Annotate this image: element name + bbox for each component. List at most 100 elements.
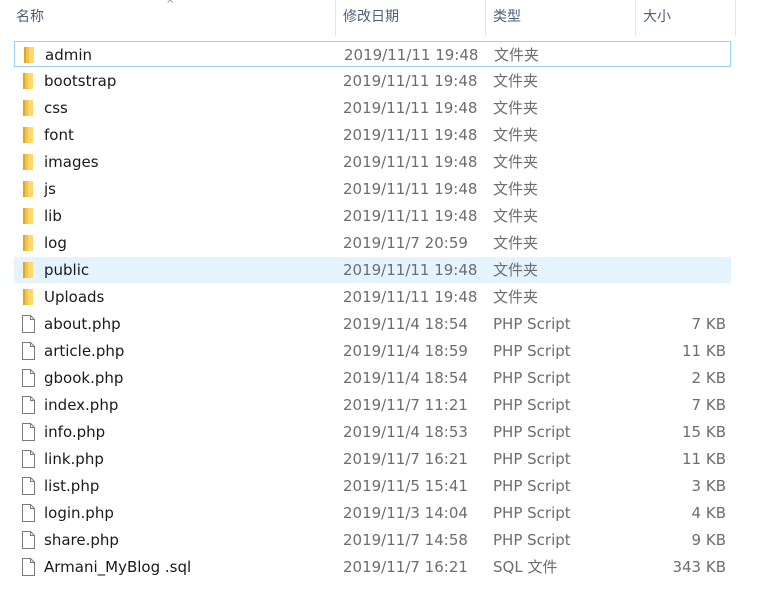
file-type: 文件夹 xyxy=(493,153,539,171)
file-name: index.php xyxy=(44,396,119,414)
file-row[interactable]: css 2019/11/11 19:48 文件夹 xyxy=(14,95,731,121)
file-size: 2 KB xyxy=(691,369,726,387)
folder-icon xyxy=(20,126,36,144)
file-modified-date: 2019/11/7 16:21 xyxy=(343,450,468,468)
file-row[interactable]: index.php 2019/11/7 11:21 PHP Script 7 KB xyxy=(14,392,731,418)
file-size: 7 KB xyxy=(691,315,726,333)
file-type: PHP Script xyxy=(493,396,571,414)
file-row[interactable]: Uploads 2019/11/11 19:48 文件夹 xyxy=(14,284,731,310)
file-type: 文件夹 xyxy=(493,288,539,306)
column-header-name-label: 名称 xyxy=(16,9,44,25)
file-size: 11 KB xyxy=(682,342,726,360)
file-type: PHP Script xyxy=(493,342,571,360)
file-modified-date: 2019/11/11 19:48 xyxy=(343,261,478,279)
column-header-size-label: 大小 xyxy=(643,9,671,25)
file-modified-date: 2019/11/7 16:21 xyxy=(343,558,468,576)
file-row[interactable]: lib 2019/11/11 19:48 文件夹 xyxy=(14,203,731,229)
file-modified-date: 2019/11/4 18:54 xyxy=(343,315,468,333)
file-name: info.php xyxy=(44,423,106,441)
file-type: PHP Script xyxy=(493,531,571,549)
file-row[interactable]: log 2019/11/7 20:59 文件夹 xyxy=(14,230,731,256)
file-modified-date: 2019/11/7 20:59 xyxy=(343,234,468,252)
file-row[interactable]: font 2019/11/11 19:48 文件夹 xyxy=(14,122,731,148)
file-size xyxy=(634,68,726,94)
file-name: Uploads xyxy=(44,288,105,306)
file-name: share.php xyxy=(44,531,119,549)
file-icon xyxy=(20,531,36,549)
file-type: 文件夹 xyxy=(493,72,539,90)
file-row[interactable]: bootstrap 2019/11/11 19:48 文件夹 xyxy=(14,68,731,94)
file-row[interactable]: images 2019/11/11 19:48 文件夹 xyxy=(14,149,731,175)
file-size: 9 KB xyxy=(691,531,726,549)
file-type: PHP Script xyxy=(493,450,571,468)
file-name: images xyxy=(44,153,99,171)
file-row[interactable]: js 2019/11/11 19:48 文件夹 xyxy=(14,176,731,202)
file-name: about.php xyxy=(44,315,121,333)
file-type: PHP Script xyxy=(493,369,571,387)
file-name: bootstrap xyxy=(44,72,117,90)
file-row[interactable]: share.php 2019/11/7 14:58 PHP Script 9 KB xyxy=(14,527,731,553)
file-size xyxy=(634,257,726,283)
file-modified-date: 2019/11/4 18:53 xyxy=(343,423,468,441)
file-row[interactable]: admin 2019/11/11 19:48 文件夹 xyxy=(14,41,731,67)
folder-icon xyxy=(20,180,36,198)
file-type: PHP Script xyxy=(493,315,571,333)
column-header-date[interactable]: 修改日期 xyxy=(336,0,485,36)
file-modified-date: 2019/11/11 19:48 xyxy=(343,99,478,117)
column-divider[interactable] xyxy=(735,0,736,36)
file-name: js xyxy=(44,180,56,198)
file-name: Armani_MyBlog .sql xyxy=(44,558,192,576)
file-size xyxy=(634,176,726,202)
column-header-type-label: 类型 xyxy=(493,9,521,25)
file-modified-date: 2019/11/7 11:21 xyxy=(343,396,468,414)
file-row[interactable]: link.php 2019/11/7 16:21 PHP Script 11 KB xyxy=(14,446,731,472)
file-modified-date: 2019/11/11 19:48 xyxy=(343,153,478,171)
file-row[interactable]: about.php 2019/11/4 18:54 PHP Script 7 KB xyxy=(14,311,731,337)
file-modified-date: 2019/11/11 19:48 xyxy=(343,72,478,90)
file-row[interactable]: Armani_MyBlog .sql 2019/11/7 16:21 SQL 文件 3… xyxy=(14,554,731,580)
file-type: PHP Script xyxy=(493,423,571,441)
file-size: 3 KB xyxy=(691,477,726,495)
file-row[interactable]: login.php 2019/11/3 14:04 PHP Script 4 KB xyxy=(14,500,731,526)
file-icon xyxy=(20,558,36,576)
file-icon xyxy=(20,396,36,414)
file-modified-date: 2019/11/11 19:48 xyxy=(344,46,479,64)
file-name: admin xyxy=(45,46,92,64)
file-name: link.php xyxy=(44,450,104,468)
column-header-bar: 名称 ^ 修改日期 类型 大小 xyxy=(0,0,776,36)
file-name: login.php xyxy=(44,504,114,522)
file-type: PHP Script xyxy=(493,504,571,522)
folder-icon xyxy=(20,99,36,117)
file-size xyxy=(634,230,726,256)
file-type: 文件夹 xyxy=(493,99,539,117)
folder-icon xyxy=(21,46,37,64)
file-size: 343 KB xyxy=(672,558,726,576)
file-name: css xyxy=(44,99,68,117)
file-size xyxy=(635,42,727,68)
file-row[interactable]: list.php 2019/11/5 15:41 PHP Script 3 KB xyxy=(14,473,731,499)
file-icon xyxy=(20,315,36,333)
file-modified-date: 2019/11/7 14:58 xyxy=(343,531,468,549)
file-row[interactable]: info.php 2019/11/4 18:53 PHP Script 15 KB xyxy=(14,419,731,445)
file-name: lib xyxy=(44,207,62,225)
file-type: 文件夹 xyxy=(493,207,539,225)
file-type: 文件夹 xyxy=(493,126,539,144)
column-header-size[interactable]: 大小 xyxy=(636,0,735,36)
file-name: article.php xyxy=(44,342,125,360)
column-header-type[interactable]: 类型 xyxy=(486,0,635,36)
file-type: 文件夹 xyxy=(494,46,540,64)
file-icon xyxy=(20,423,36,441)
file-size: 11 KB xyxy=(682,450,726,468)
file-name: list.php xyxy=(44,477,100,495)
file-modified-date: 2019/11/4 18:59 xyxy=(343,342,468,360)
file-modified-date: 2019/11/11 19:48 xyxy=(343,288,478,306)
file-row[interactable]: article.php 2019/11/4 18:59 PHP Script 11 K… xyxy=(14,338,731,364)
folder-icon xyxy=(20,288,36,306)
file-name: font xyxy=(44,126,74,144)
file-row[interactable]: public 2019/11/11 19:48 文件夹 xyxy=(14,257,731,283)
folder-icon xyxy=(20,153,36,171)
file-icon xyxy=(20,504,36,522)
file-type: 文件夹 xyxy=(493,180,539,198)
file-modified-date: 2019/11/11 19:48 xyxy=(343,180,478,198)
file-row[interactable]: gbook.php 2019/11/4 18:54 PHP Script 2 KB xyxy=(14,365,731,391)
